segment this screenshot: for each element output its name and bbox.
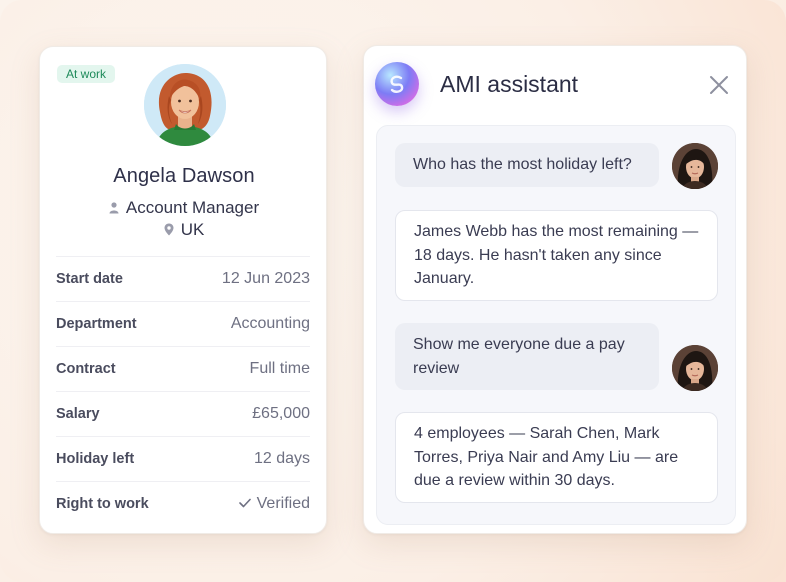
ami-swirl-icon — [375, 62, 419, 106]
detail-label: Start date — [56, 271, 123, 287]
user-message: Who has the most holiday left? — [395, 143, 659, 187]
detail-row-department: Department Accounting — [56, 301, 310, 346]
person-icon — [109, 199, 119, 219]
user-message: Show me everyone due a pay review — [395, 323, 659, 390]
detail-value: 12 Jun 2023 — [221, 270, 310, 287]
detail-value: £65,000 — [252, 405, 310, 422]
location-text: UK — [180, 220, 205, 239]
detail-row-start-date: Start date 12 Jun 2023 — [56, 256, 310, 301]
close-button[interactable] — [708, 74, 730, 96]
employee-name: Angela Dawson — [113, 165, 255, 187]
detail-row-holiday-left: Holiday left 12 days — [56, 436, 310, 481]
assistant-message: James Webb has the most remaining — 18 d… — [395, 210, 718, 301]
map-pin-icon — [164, 221, 174, 241]
detail-row-contract: Contract Full time — [56, 346, 310, 391]
employee-avatar — [144, 64, 226, 146]
status-badge: At work — [57, 65, 116, 83]
employee-details-list: Start date 12 Jun 2023 Department Accoun… — [56, 256, 310, 526]
detail-label: Right to work — [56, 496, 149, 512]
assistant-message: 4 employees — Sarah Chen, Mark Torres, P… — [395, 412, 718, 503]
user-avatar — [672, 345, 718, 391]
detail-label: Contract — [56, 361, 116, 377]
detail-label: Holiday left — [56, 451, 135, 467]
employee-profile-card: At work Angela Dawson Account Manager UK… — [39, 46, 327, 534]
chat-thread: Who has the most holiday left? James Web… — [376, 125, 736, 525]
close-icon — [710, 76, 728, 94]
ami-assistant-panel: AMI assistant Who has the most holiday l… — [363, 45, 747, 534]
detail-value: 12 days — [253, 450, 310, 467]
detail-value: Full time — [249, 360, 310, 377]
role-text: Account Manager — [125, 198, 260, 217]
detail-row-salary: Salary £65,000 — [56, 391, 310, 436]
detail-value: Accounting — [230, 315, 310, 332]
detail-value-verified: Verified — [238, 495, 310, 513]
user-avatar — [672, 143, 718, 189]
employee-role: Account Manager — [40, 198, 328, 219]
verified-text: Verified — [256, 495, 310, 513]
employee-location: UK — [40, 220, 328, 241]
detail-label: Department — [56, 316, 137, 332]
assistant-title: AMI assistant — [440, 71, 579, 97]
detail-label: Salary — [56, 406, 100, 422]
check-icon — [238, 495, 251, 513]
detail-row-right-to-work: Right to work Verified — [56, 481, 310, 526]
